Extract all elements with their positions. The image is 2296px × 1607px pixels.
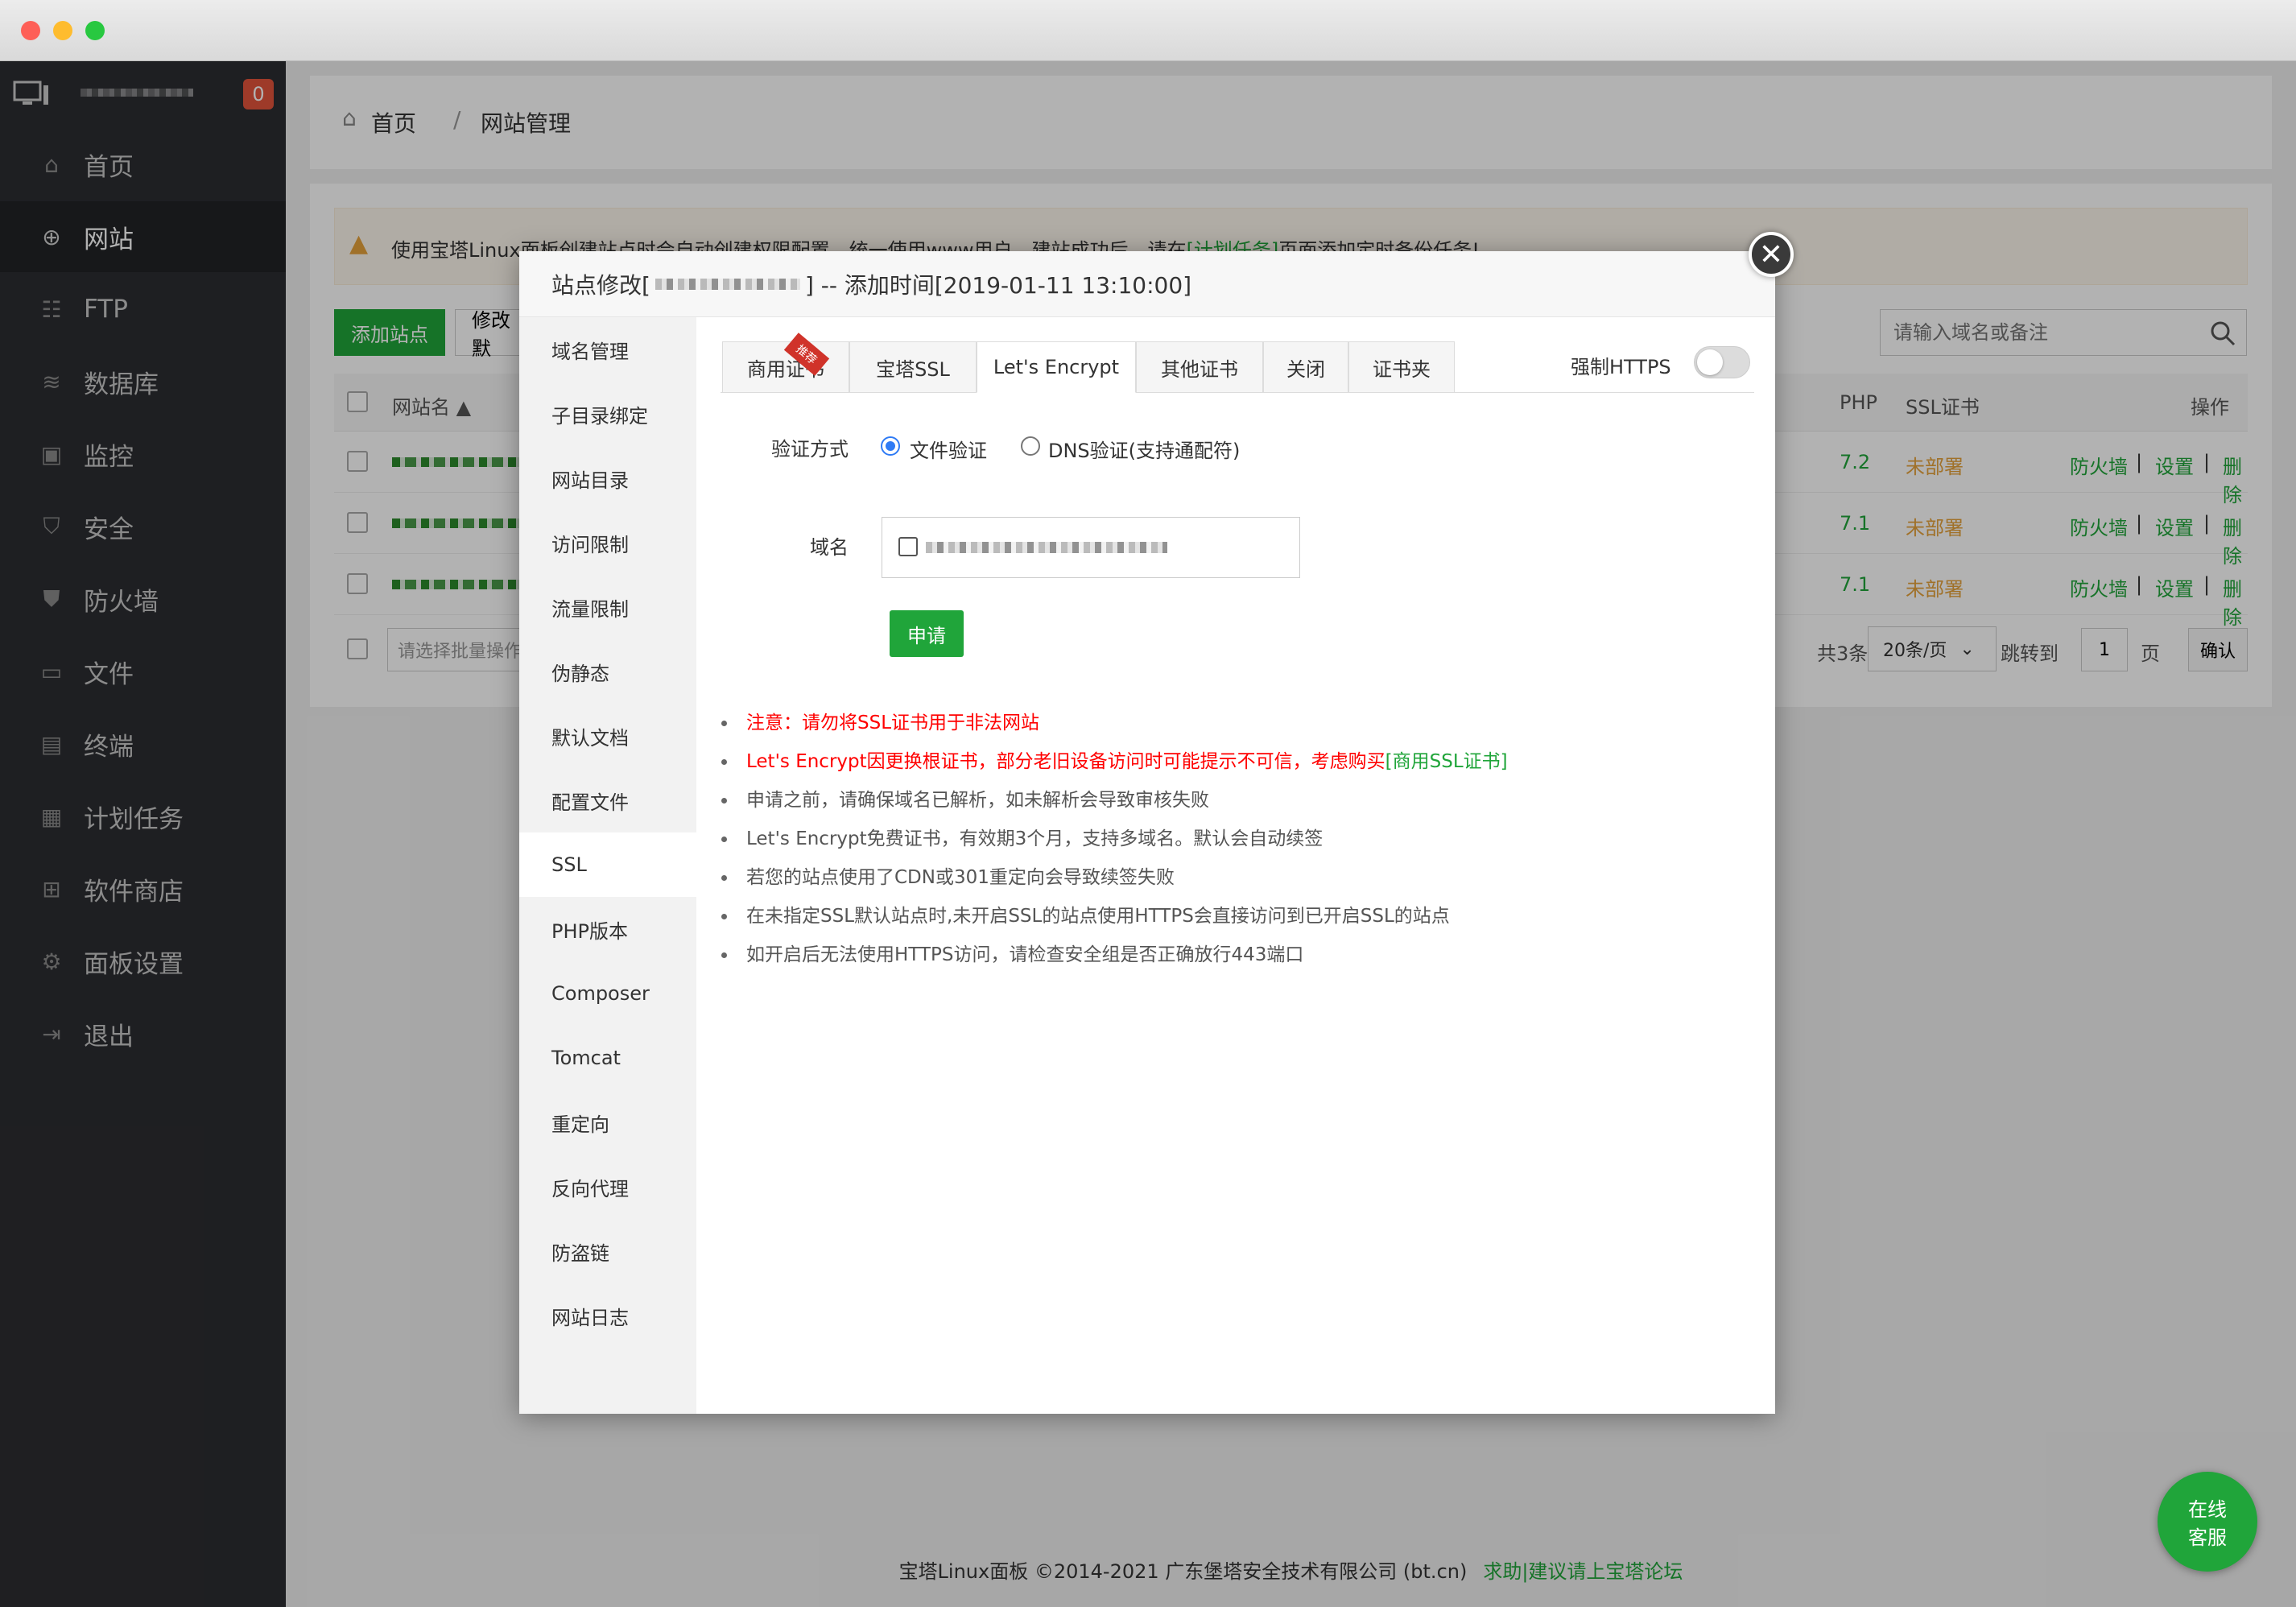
note-text: 若您的站点使用了CDN或301重定向会导致续签失败 (746, 867, 1175, 888)
ssl-tab-4[interactable]: 关闭 (1263, 341, 1348, 393)
modal-close-button[interactable]: ✕ (1749, 232, 1794, 277)
note-text: 注意：请勿将SSL证书用于非法网站 (746, 713, 1040, 733)
modal-nav-item-15[interactable]: 网站日志 (519, 1283, 696, 1348)
domain-label: 域名 (810, 536, 849, 559)
modal-nav-item-8[interactable]: SSL (519, 832, 696, 897)
bullet (721, 952, 727, 958)
bullet (721, 721, 727, 726)
support-line1: 在线 (2188, 1498, 2227, 1521)
toggle-knob (1697, 349, 1723, 375)
modal-nav-item-14[interactable]: 防盗链 (519, 1219, 696, 1283)
note-item: 若您的站点使用了CDN或301重定向会导致续签失败 (721, 861, 1175, 889)
force-https-toggle[interactable] (1694, 346, 1750, 378)
note-item: 在未指定SSL默认站点时,未开启SSL的站点使用HTTPS会直接访问到已开启SS… (721, 900, 1450, 927)
modal-nav-item-7[interactable]: 配置文件 (519, 768, 696, 832)
force-https-label: 强制HTTPS (1571, 356, 1671, 378)
dns-verify-radio[interactable] (1021, 436, 1040, 456)
ssl-tab-5[interactable]: 证书夹 (1348, 341, 1455, 393)
note-text: 申请之前，请确保域名已解析，如未解析会导致审核失败 (746, 790, 1209, 811)
maximize-window-button[interactable] (85, 21, 105, 40)
note-text: Let's Encrypt免费证书，有效期3个月，支持多域名。默认会自动续签 (746, 828, 1324, 849)
modal-nav: 域名管理 子目录绑定 网站目录 访问限制 流量限制 伪静态 默认文档 配置文件 SSL PHP版本… (519, 317, 696, 1414)
bullet (721, 914, 727, 919)
minimize-window-button[interactable] (53, 21, 72, 40)
note-item: 注意：请勿将SSL证书用于非法网站 (721, 707, 1039, 734)
modal-nav-item-2[interactable]: 网站目录 (519, 446, 696, 510)
note-item: Let's Encrypt因更换根证书，部分老旧设备访问时可能提示不可信，考虑购… (721, 746, 1508, 773)
note-item: Let's Encrypt免费证书，有效期3个月，支持多域名。默认会自动续签 (721, 823, 1323, 850)
note-text: 在未指定SSL默认站点时,未开启SSL的站点使用HTTPS会直接访问到已开启SS… (746, 906, 1450, 927)
verify-method-label: 验证方式 (771, 438, 849, 461)
bullet (721, 759, 727, 765)
apply-button[interactable]: 申请 (890, 610, 964, 657)
domain-name-masked (926, 542, 1167, 553)
bullet (721, 798, 727, 804)
domain-checkbox[interactable] (898, 537, 918, 556)
note-text: 如开启后无法使用HTTPS访问，请检查安全组是否正确放行443端口 (746, 944, 1304, 965)
ssl-tab-2[interactable]: Let's Encrypt (977, 341, 1136, 393)
buy-commercial-ssl-link[interactable]: [商用SSL证书] (1385, 751, 1508, 772)
file-verify-radio[interactable] (881, 436, 900, 456)
note-item: 如开启后无法使用HTTPS访问，请检查安全组是否正确放行443端口 (721, 939, 1303, 966)
bullet (721, 875, 727, 881)
domain-masked (655, 278, 800, 290)
ssl-tab-1[interactable]: 宝塔SSL (849, 341, 977, 393)
note-text: Let's Encrypt因更换根证书，部分老旧设备访问时可能提示不可信，考虑购… (746, 751, 1385, 772)
modal-nav-item-0[interactable]: 域名管理 (519, 317, 696, 382)
ssl-tab-3[interactable]: 其他证书 (1136, 341, 1263, 393)
modal-nav-item-13[interactable]: 反向代理 (519, 1155, 696, 1219)
online-support-button[interactable]: 在线 客服 (2158, 1472, 2257, 1572)
modal-nav-item-9[interactable]: PHP版本 (519, 897, 696, 961)
modal-nav-item-12[interactable]: 重定向 (519, 1090, 696, 1155)
support-line2: 客服 (2188, 1526, 2227, 1549)
modal-nav-item-6[interactable]: 默认文档 (519, 704, 696, 768)
modal-nav-item-4[interactable]: 流量限制 (519, 575, 696, 639)
modal-nav-item-1[interactable]: 子目录绑定 (519, 382, 696, 446)
bullet (721, 837, 727, 842)
modal-title: 站点修改[ ] -- 添加时间[2019-01-11 13:10:00] (519, 251, 1775, 317)
domain-list-box (882, 517, 1300, 578)
modal-nav-item-11[interactable]: Tomcat (519, 1026, 696, 1090)
file-verify-label[interactable]: 文件验证 (910, 435, 987, 463)
modal-nav-item-5[interactable]: 伪静态 (519, 639, 696, 704)
modal-nav-item-3[interactable]: 访问限制 (519, 510, 696, 575)
note-item: 申请之前，请确保域名已解析，如未解析会导致审核失败 (721, 784, 1209, 812)
window-titlebar (0, 0, 2296, 61)
dns-verify-label[interactable]: DNS验证(支持通配符) (1048, 435, 1240, 463)
close-window-button[interactable] (21, 21, 40, 40)
modal-nav-item-10[interactable]: Composer (519, 961, 696, 1026)
